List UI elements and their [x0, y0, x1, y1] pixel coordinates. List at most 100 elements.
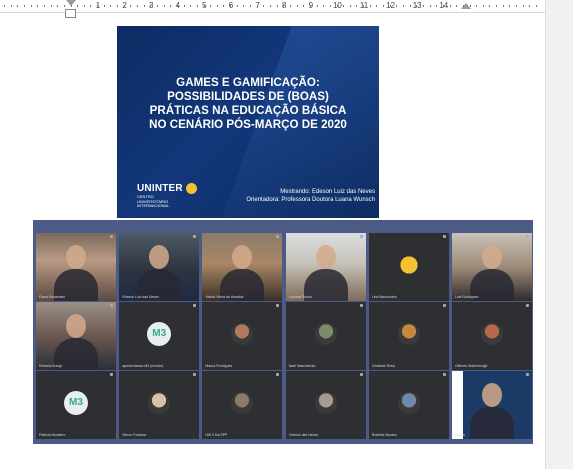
ruler-tick — [336, 5, 338, 7]
participant-tile[interactable]: Lina Marcondes — [368, 233, 449, 301]
slide-title-line: GAMES E GAMIFICAÇÃO: — [176, 76, 320, 89]
microphone-icon — [359, 304, 363, 307]
left-indent-marker[interactable] — [65, 9, 76, 18]
participant-silhouette — [470, 407, 514, 439]
ruler-tick — [256, 5, 258, 7]
ruler-tick — [476, 5, 478, 7]
participant-name: Flavio Bonarasin — [39, 295, 66, 299]
participant-name: Luana — [455, 433, 465, 437]
horizontal-ruler: 1234567891011121314 — [0, 0, 545, 13]
ruler-tick — [309, 5, 311, 7]
slide-title-line: NO CENÁRIO PÓS-MARÇO DE 2020 — [149, 118, 347, 131]
ruler-tick — [270, 5, 271, 7]
microphone-icon — [359, 235, 363, 238]
ruler-tick — [343, 5, 345, 7]
ruler-tick — [349, 5, 351, 7]
participant-tile[interactable]: Isael Nascimento — [285, 302, 366, 370]
participant-name: Vitoria Vieira de Almeida — [205, 295, 244, 299]
logo-name: UNINTER — [137, 183, 183, 194]
ruler-tick — [230, 5, 232, 7]
participant-tile[interactable]: Cristiane Rosa — [368, 302, 449, 370]
participant-avatar — [231, 323, 254, 345]
ruler-tick — [356, 5, 358, 7]
participant-tile[interactable]: Luciana Souza — [285, 233, 366, 301]
ruler-tick — [10, 5, 12, 7]
vertical-scrollbar[interactable] — [545, 0, 573, 469]
participant-video — [36, 302, 116, 370]
participant-tile[interactable]: Simon Fontana — [119, 371, 200, 439]
ruler-tick — [442, 5, 444, 7]
microphone-icon — [442, 304, 446, 307]
participant-tile[interactable]: NW Il Da SPP — [202, 371, 283, 439]
participant-tile[interactable]: Roberta Moraes — [368, 371, 449, 439]
participant-tile[interactable]: M3 apresentacao M3 (remote) — [119, 302, 200, 370]
ruler-tick — [123, 5, 125, 7]
m3-logo-icon: M3 — [147, 322, 172, 346]
ruler-tick — [250, 5, 252, 7]
participant-silhouette — [315, 245, 336, 269]
ruler-tick — [170, 5, 172, 7]
participant-avatar — [148, 392, 171, 414]
ruler-tick — [449, 5, 451, 7]
ruler-tick — [37, 5, 39, 7]
participant-tile[interactable]: Maura Rodrigues — [202, 302, 283, 370]
ruler-tick — [63, 5, 65, 7]
participant-avatar — [231, 392, 254, 414]
ruler-tick — [303, 5, 305, 7]
participant-name: Gilberto Marinhonigh — [455, 364, 488, 368]
ruler-tick — [97, 5, 99, 7]
ruler-tick — [143, 5, 145, 7]
microphone-icon — [193, 235, 197, 238]
mestrando-text: Mestrando: Edeson Luiz das Neves — [280, 189, 375, 195]
participant-name: apresentacao M3 (remote) — [122, 364, 164, 368]
participant-tile[interactable]: Luis Rodrigues — [452, 233, 532, 301]
ruler-tick — [50, 5, 52, 7]
ruler-tick — [77, 5, 79, 7]
ruler-tick — [17, 5, 19, 7]
microphone-icon — [526, 235, 529, 238]
ruler-tick — [4, 5, 5, 7]
ruler-tick — [223, 5, 225, 7]
participant-tile[interactable]: Luana — [452, 371, 532, 439]
participant-name: Roberta Moraes — [371, 433, 397, 437]
ruler-tick — [243, 5, 245, 7]
participant-tile[interactable]: M3 Patricia Monteiro — [36, 371, 116, 439]
ruler-tick — [43, 5, 45, 7]
participant-name: Luis Rodrigues — [455, 295, 479, 299]
ruler-tick — [422, 5, 424, 7]
ruler-tick — [496, 5, 498, 7]
participant-silhouette — [66, 314, 86, 338]
participant-silhouette — [482, 383, 502, 407]
participant-tile[interactable]: Vitoria Vieira de Almeida — [202, 233, 283, 301]
participant-name: Edeson Luiz das Neves — [122, 295, 159, 299]
ruler-tick — [536, 5, 537, 7]
orientadora-text: Orientadora: Professora Doutora Luana Wu… — [246, 197, 375, 203]
participant-name: Cristiane Rosa — [371, 364, 395, 368]
ruler-tick — [263, 5, 265, 7]
ruler-tick — [436, 5, 438, 7]
participant-name: Patricia Monteiro — [39, 433, 66, 437]
participant-tile[interactable]: Flavio Bonarasin — [36, 233, 116, 301]
ruler-tick — [383, 5, 385, 7]
participant-avatar — [481, 323, 503, 345]
ruler-tick — [369, 5, 371, 7]
ruler-tick — [190, 5, 192, 7]
ruler-tick — [316, 5, 318, 7]
participant-avatar — [314, 392, 337, 414]
slide-title-line: PRÁTICAS NA EDUCAÇÃO BÁSICA — [149, 104, 347, 117]
participant-tile[interactable]: Edeson Luiz das Neves — [119, 233, 200, 301]
participant-tile[interactable]: Roberta Araújo — [36, 302, 116, 370]
ruler-tick — [23, 5, 25, 7]
ruler-tick — [276, 5, 278, 7]
ruler-tick — [103, 5, 105, 7]
participant-tile[interactable]: Vinicius das Neves — [285, 371, 366, 439]
participant-video — [36, 233, 116, 301]
globe-icon — [186, 183, 197, 194]
participant-name: Simon Fontana — [122, 433, 146, 437]
ruler-tick — [163, 5, 165, 7]
participant-name: Isael Nascimento — [288, 364, 316, 368]
ruler-tick — [329, 5, 331, 7]
ruler-tick — [70, 5, 72, 7]
participant-tile[interactable]: Gilberto Marinhonigh — [452, 302, 532, 370]
ruler-tick — [57, 5, 59, 7]
